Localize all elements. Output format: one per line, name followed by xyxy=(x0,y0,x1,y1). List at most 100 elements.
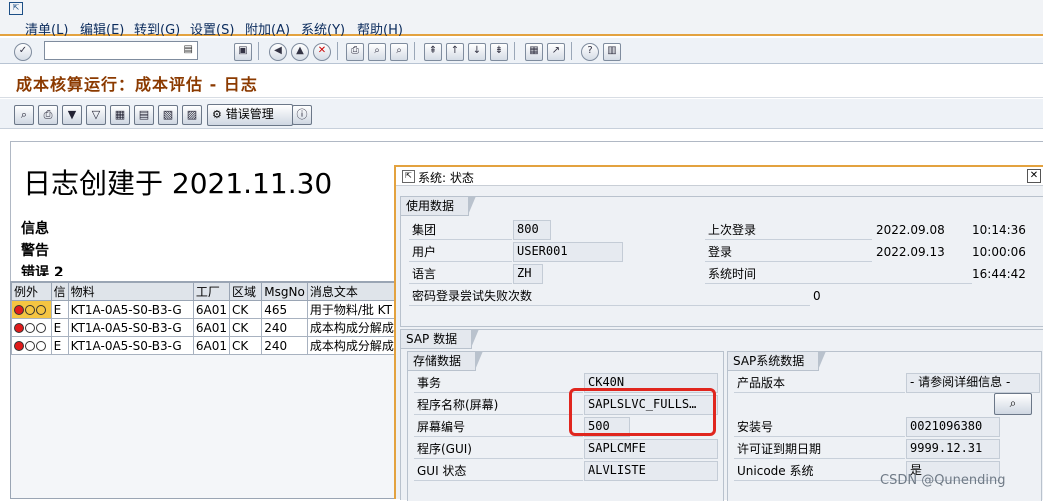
application-toolbar: ⌕ ⎙ ▼ ▽ ▦ ▤ ▧ ▨ ⚙ 错误管理 ⓘ xyxy=(0,99,1043,129)
installation-number-value: 0021096380 xyxy=(906,417,1000,437)
back-icon[interactable]: ◀ xyxy=(269,43,287,61)
light-off-icon xyxy=(25,323,35,333)
license-expiry-label: 许可证到期日期 xyxy=(734,440,905,459)
new-session-icon[interactable]: ▦ xyxy=(525,43,543,61)
menu-item-extras[interactable]: 附加(A) xyxy=(245,19,290,38)
dropdown-icon[interactable]: ▤ xyxy=(184,44,193,55)
command-field[interactable]: ▤ xyxy=(44,41,198,60)
column-header[interactable]: MsgNo xyxy=(261,282,308,301)
menu-item-goto[interactable]: 转到(G) xyxy=(134,19,180,38)
system-time-label: 系统时间 xyxy=(705,265,972,284)
print-preview-icon[interactable]: ⎙ xyxy=(38,105,58,125)
layout-icon[interactable]: ▦ xyxy=(110,105,130,125)
prev-page-icon[interactable]: ↑ xyxy=(446,43,464,61)
message-table: 例外 信 物料 工厂 区域 MsgNo 消息文本 E KT1A-0A5-S0-B… xyxy=(11,282,399,355)
red-light-icon xyxy=(14,323,24,333)
shortcut-icon[interactable]: ↗ xyxy=(547,43,565,61)
cancel-icon[interactable]: ✕ xyxy=(313,43,331,61)
usage-data-group: 使用数据 集团 800 用户 USER001 语言 ZH 密码登录尝试失败次数 … xyxy=(400,196,1043,327)
find-next-icon[interactable]: ⌕ xyxy=(390,43,408,61)
failed-login-value: 0 xyxy=(813,289,821,303)
menu-item-system[interactable]: 系统(Y) xyxy=(301,19,345,38)
sort-icon[interactable]: ▼ xyxy=(62,105,82,125)
close-icon[interactable]: ✕ xyxy=(1027,169,1041,183)
details-icon[interactable]: ⌕ xyxy=(14,105,34,125)
info-icon[interactable]: ⓘ xyxy=(292,105,312,125)
print-icon[interactable]: ⎙ xyxy=(346,43,364,61)
program-gui-label: 程序(GUI) xyxy=(414,440,583,459)
program-screen-label: 程序名称(屏幕) xyxy=(414,396,583,415)
page-title-bar: 成本核算运行：成本评估 - 日志 xyxy=(0,66,1043,98)
exit-icon[interactable]: ▲ xyxy=(291,43,309,61)
table-row[interactable]: E KT1A-0A5-S0-B3-G 6A01 CK 465 用于物料/批 KT xyxy=(11,300,399,319)
save-icon[interactable]: ▣ xyxy=(234,43,252,61)
watermark-text: CSDN @Qunending xyxy=(880,473,1006,488)
status-light xyxy=(11,300,52,319)
transaction-label: 事务 xyxy=(414,374,583,393)
export-icon[interactable]: ▧ xyxy=(158,105,178,125)
storage-data-tab: 存储数据 xyxy=(408,351,484,371)
user-value: USER001 xyxy=(513,242,623,262)
installation-number-label: 安装号 xyxy=(734,418,905,437)
last-login-label: 上次登录 xyxy=(705,221,872,240)
cell-type: E xyxy=(50,336,69,355)
last-page-icon[interactable]: ⇟ xyxy=(490,43,508,61)
cell-plant: 6A01 xyxy=(192,300,231,319)
cell-area: CK xyxy=(229,300,263,319)
toolbar-separator xyxy=(414,42,415,60)
column-header[interactable]: 信 xyxy=(50,282,69,301)
cell-plant: 6A01 xyxy=(192,318,231,337)
last-login-time: 10:14:36 xyxy=(972,223,1026,237)
cell-area: CK xyxy=(229,336,263,355)
column-header[interactable]: 例外 xyxy=(11,282,52,301)
cell-type: E xyxy=(50,318,69,337)
filter-icon[interactable]: ▽ xyxy=(86,105,106,125)
table-row[interactable]: E KT1A-0A5-S0-B3-G 6A01 CK 240 成本构成分解成 xyxy=(11,336,399,355)
next-page-icon[interactable]: ↓ xyxy=(468,43,486,61)
columns-icon[interactable]: ▤ xyxy=(134,105,154,125)
light-off-icon xyxy=(36,323,46,333)
toolbar-separator xyxy=(571,42,572,60)
user-label: 用户 xyxy=(409,243,512,262)
column-header[interactable]: 物料 xyxy=(67,282,194,301)
dialog-title: 系统: 状态 xyxy=(418,171,474,185)
red-light-icon xyxy=(14,341,24,351)
screen-number-label: 屏幕编号 xyxy=(414,418,583,437)
menu-item-settings[interactable]: 设置(S) xyxy=(190,19,234,38)
window-icon: ⇱ xyxy=(9,2,23,15)
status-light xyxy=(11,336,52,355)
client-label: 集团 xyxy=(409,221,512,240)
sap-system-data-tab: SAP系统数据 xyxy=(728,351,827,371)
light-off-icon xyxy=(36,305,46,315)
table-row[interactable]: E KT1A-0A5-S0-B3-G 6A01 CK 240 成本构成分解成 xyxy=(11,318,399,337)
cell-material: KT1A-0A5-S0-B3-G xyxy=(67,300,194,319)
cell-text: 用于物料/批 KT xyxy=(306,300,399,319)
program-gui-value: SAPLCMFE xyxy=(584,439,718,459)
page-title: 成本核算运行：成本评估 - 日志 xyxy=(16,75,258,94)
error-management-button[interactable]: ⚙ 错误管理 xyxy=(207,104,293,126)
help-icon[interactable]: ? xyxy=(581,43,599,61)
document-icon[interactable]: ▨ xyxy=(182,105,202,125)
column-header[interactable]: 工厂 xyxy=(192,282,231,301)
cell-material: KT1A-0A5-S0-B3-G xyxy=(67,318,194,337)
component-details-button[interactable]: ⌕ xyxy=(994,393,1032,415)
toolbar-separator xyxy=(337,42,338,60)
cell-area: CK xyxy=(229,318,263,337)
first-page-icon[interactable]: ⇞ xyxy=(424,43,442,61)
find-icon[interactable]: ⌕ xyxy=(368,43,386,61)
log-heading: 日志创建于 2021.11.30 xyxy=(23,167,333,200)
menu-item-list[interactable]: 清单(L) xyxy=(25,19,68,38)
toolbar-separator xyxy=(258,42,259,60)
login-time: 10:00:06 xyxy=(972,245,1026,259)
menu-item-help[interactable]: 帮助(H) xyxy=(357,19,403,38)
dialog-titlebar: ⇱ 系统: 状态 ✕ xyxy=(396,167,1043,186)
license-expiry-value: 9999.12.31 xyxy=(906,439,1000,459)
check-icon[interactable]: ✓ xyxy=(14,43,32,61)
status-dialog: ⇱ 系统: 状态 ✕ 使用数据 集团 800 用户 USER001 语言 ZH … xyxy=(394,165,1043,501)
product-version-label: 产品版本 xyxy=(734,374,905,393)
menu-item-edit[interactable]: 编辑(E) xyxy=(80,19,124,38)
column-header[interactable]: 区域 xyxy=(229,282,263,301)
cell-text: 成本构成分解成 xyxy=(306,336,399,355)
customize-icon[interactable]: ▥ xyxy=(603,43,621,61)
column-header[interactable]: 消息文本 xyxy=(306,282,399,301)
